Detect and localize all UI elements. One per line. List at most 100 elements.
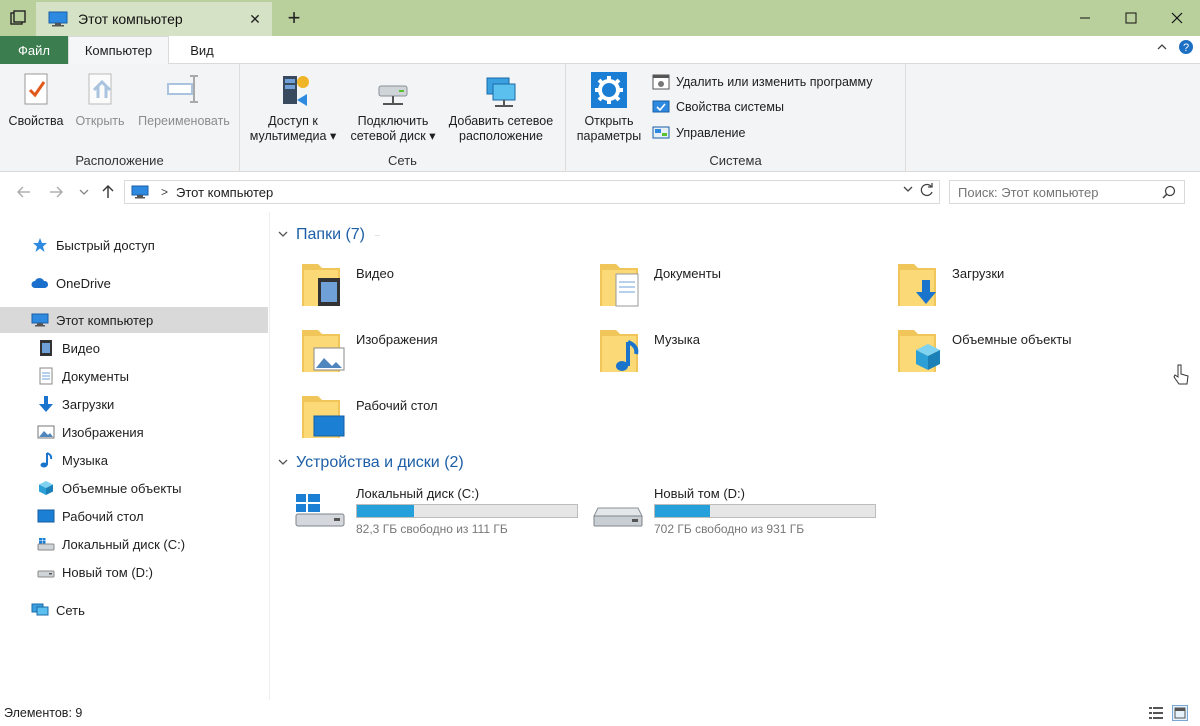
breadcrumb-separator[interactable]: > [161, 185, 168, 199]
open-label: Открыть [75, 114, 125, 128]
tab-file[interactable]: Файл [0, 36, 68, 64]
forward-button[interactable] [46, 182, 66, 202]
folder-3d-objects[interactable]: Объемные объекты [896, 322, 1176, 382]
address-bar[interactable]: > Этот компьютер [124, 180, 940, 204]
nav-quick-access[interactable]: Быстрый доступ [0, 232, 268, 258]
video-icon [36, 339, 56, 357]
folder-label: Объемные объекты [952, 332, 1072, 347]
open-button[interactable]: Открыть [70, 70, 130, 129]
search-box[interactable] [949, 180, 1185, 204]
media-access-label-2: мультимедиа ▾ [249, 129, 337, 143]
recent-locations-button[interactable] [74, 182, 94, 202]
music-note-icon [36, 451, 56, 469]
cube-icon [36, 479, 56, 497]
nav-quick-access-label: Быстрый доступ [56, 237, 155, 253]
drive-name: Новый том (D:) [654, 486, 745, 501]
folder-label: Изображения [356, 332, 438, 347]
group-system-label: Система [709, 153, 762, 168]
nav-network-label: Сеть [56, 602, 85, 618]
large-icons-view-button[interactable] [1172, 705, 1188, 721]
maximize-button[interactable] [1108, 0, 1154, 36]
minimize-button[interactable] [1062, 0, 1108, 36]
close-tab-icon[interactable]: ✕ [246, 10, 264, 28]
search-icon[interactable] [1162, 185, 1176, 199]
breadcrumb-this-pc[interactable]: Этот компьютер [176, 185, 273, 200]
collapse-ribbon-icon[interactable] [1156, 41, 1168, 56]
properties-button[interactable]: Свойства [8, 70, 64, 129]
folder-label: Документы [654, 266, 722, 281]
svg-text:?: ? [1183, 42, 1189, 54]
drive-usage-fill [655, 505, 710, 517]
refresh-button[interactable] [919, 182, 935, 202]
folder-documents[interactable]: Документы [598, 256, 878, 316]
nav-item-new-volume-d[interactable]: Новый том (D:) [0, 559, 268, 585]
nav-item-label: Объемные объекты [62, 480, 182, 496]
back-button[interactable] [14, 182, 34, 202]
drive-c[interactable]: Локальный диск (C:) 82,3 ГБ свободно из … [294, 484, 584, 544]
media-access-button[interactable]: Доступ к мультимедиа ▾ [248, 70, 338, 144]
drive-usage-fill [357, 505, 415, 517]
help-icon[interactable]: ? [1178, 39, 1194, 58]
add-location-label-2: расположение [459, 129, 543, 143]
add-network-location-button[interactable]: Добавить сетевое расположение [440, 70, 562, 144]
network-drive-icon [378, 85, 408, 105]
nav-item-label: Локальный диск (C:) [62, 536, 186, 552]
add-location-label-1: Добавить сетевое [448, 114, 554, 128]
star-icon [30, 236, 50, 254]
network-location-icon [486, 77, 516, 107]
desktop-folder-icon [302, 396, 345, 438]
address-history-button[interactable] [903, 184, 913, 196]
nav-item-pictures[interactable]: Изображения [0, 419, 268, 445]
nav-item-downloads[interactable]: Загрузки [0, 391, 268, 417]
document-icon [36, 367, 56, 385]
nav-item-documents[interactable]: Документы [0, 363, 268, 389]
nav-item-label: Изображения [62, 424, 144, 440]
folder-desktop[interactable]: Рабочий стол [300, 388, 580, 448]
drive-d[interactable]: Новый том (D:) 702 ГБ свободно из 931 ГБ [592, 484, 882, 544]
folder-pictures[interactable]: Изображения [300, 322, 580, 382]
nav-item-label: Музыка [62, 452, 108, 468]
system-properties-button[interactable]: Свойства системы [652, 99, 784, 115]
manage-button[interactable]: Управление [652, 125, 746, 141]
nav-onedrive[interactable]: OneDrive [0, 270, 268, 296]
search-input[interactable] [958, 181, 1158, 203]
window-tab[interactable]: Этот компьютер ✕ [36, 2, 272, 36]
drive-free-space: 82,3 ГБ свободно из 111 ГБ [356, 522, 508, 536]
uninstall-icon [652, 74, 670, 90]
nav-onedrive-label: OneDrive [56, 275, 111, 291]
nav-network[interactable]: Сеть [0, 597, 268, 623]
rename-label: Переименовать [138, 114, 230, 128]
tab-view[interactable]: Вид [176, 36, 228, 65]
nav-item-3d-objects[interactable]: Объемные объекты [0, 475, 268, 501]
nav-item-desktop[interactable]: Рабочий стол [0, 503, 268, 529]
uninstall-label: Удалить или изменить программу [676, 75, 873, 89]
properties-icon [24, 73, 48, 105]
folder-video[interactable]: Видео [300, 256, 580, 316]
music-folder-icon [600, 330, 639, 372]
map-network-drive-button[interactable]: Подключить сетевой диск ▾ [346, 70, 440, 144]
navigation-pane: Быстрый доступ OneDrive Этот компьютер В… [0, 212, 270, 700]
nav-item-video[interactable]: Видео [0, 335, 268, 361]
documents-folder-icon [600, 264, 639, 307]
up-button[interactable] [98, 182, 118, 202]
new-tab-button[interactable]: + [280, 4, 308, 32]
close-button[interactable] [1154, 0, 1200, 36]
mouse-cursor-icon [1173, 364, 1189, 385]
drives-section-header[interactable]: Устройства и диски (2) [278, 454, 474, 472]
nav-item-local-disk-c[interactable]: Локальный диск (C:) [0, 531, 268, 557]
open-settings-button[interactable]: Открыть параметры [572, 70, 646, 144]
rename-button[interactable]: Переименовать [132, 70, 236, 129]
folder-music[interactable]: Музыка [598, 322, 878, 382]
group-location-label: Расположение [75, 153, 164, 168]
drive-usage-bar [654, 504, 876, 518]
folder-downloads[interactable]: Загрузки [896, 256, 1176, 316]
refresh-icon [920, 183, 933, 197]
uninstall-program-button[interactable]: Удалить или изменить программу [652, 74, 873, 90]
tab-title: Этот компьютер [78, 11, 183, 27]
tab-computer[interactable]: Компьютер [68, 36, 169, 65]
window-menu-icon[interactable] [0, 0, 36, 36]
details-view-button[interactable] [1148, 705, 1164, 721]
nav-this-pc[interactable]: Этот компьютер [0, 307, 268, 333]
nav-item-music[interactable]: Музыка [0, 447, 268, 473]
folders-section-header[interactable]: Папки (7) [278, 226, 380, 244]
